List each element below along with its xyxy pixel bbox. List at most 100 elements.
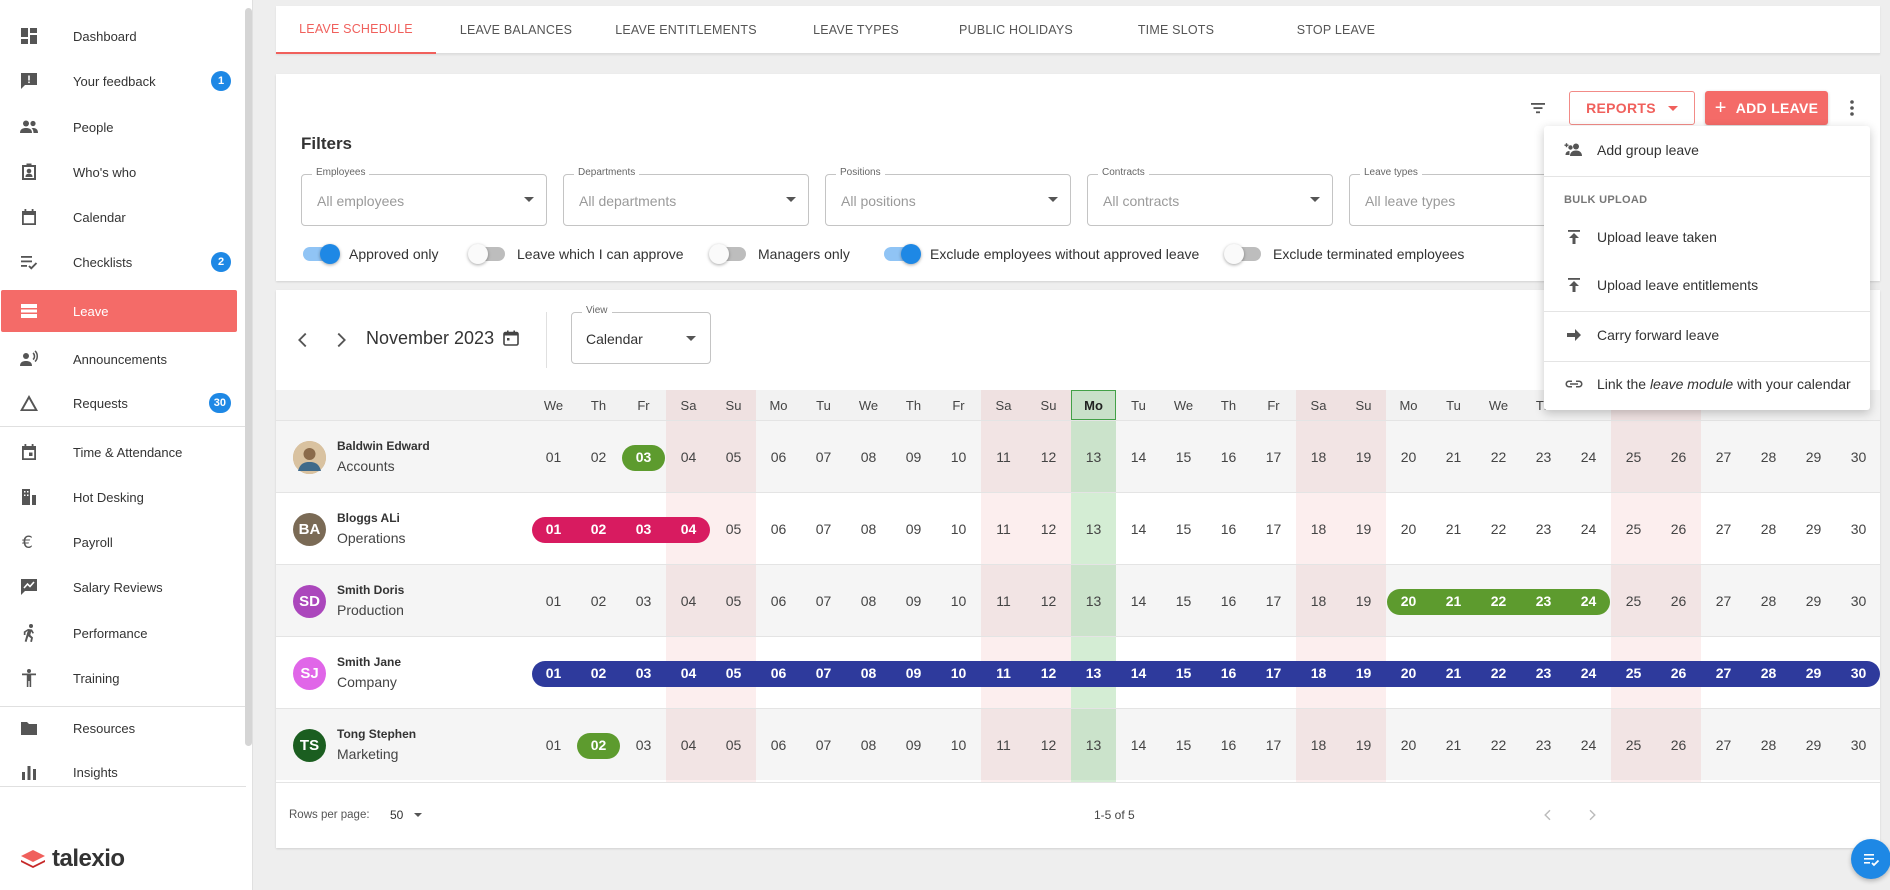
day-cell[interactable]: 07: [801, 637, 846, 709]
sidebar-item-checklists[interactable]: Checklists 2: [1, 241, 237, 283]
day-cell[interactable]: 23: [1521, 709, 1566, 781]
day-cell[interactable]: 01: [531, 493, 576, 565]
day-cell[interactable]: 05: [711, 421, 756, 493]
sidebar-item-training[interactable]: Training: [1, 657, 237, 699]
day-cell[interactable]: 13: [1071, 565, 1116, 637]
day-cell[interactable]: 25: [1611, 421, 1656, 493]
day-cell[interactable]: 02: [576, 637, 621, 709]
sidebar-item-requests[interactable]: Requests 30: [1, 382, 237, 424]
day-cell[interactable]: 27: [1701, 637, 1746, 709]
day-cell[interactable]: 09: [891, 565, 936, 637]
day-cell[interactable]: 03: [621, 421, 666, 493]
day-cell[interactable]: 25: [1611, 709, 1656, 781]
sidebar-item-people[interactable]: People: [1, 106, 237, 148]
sidebar-item-performance[interactable]: Performance: [1, 612, 237, 654]
sidebar-item-payroll[interactable]: € Payroll: [1, 521, 237, 563]
toggle-leave-which-i-can-approve[interactable]: Leave which I can approve: [468, 244, 684, 264]
day-cell[interactable]: 08: [846, 637, 891, 709]
day-cell[interactable]: 05: [711, 637, 756, 709]
toggle-switch[interactable]: [303, 244, 340, 264]
day-cell[interactable]: 12: [1026, 709, 1071, 781]
day-cell[interactable]: 29: [1791, 565, 1836, 637]
day-cell[interactable]: 14: [1116, 493, 1161, 565]
menu-item-add-group-leave[interactable]: Add group leave: [1544, 130, 1870, 170]
toggle-managers-only[interactable]: Managers only: [709, 244, 850, 264]
contracts-select[interactable]: Contracts All contracts: [1087, 167, 1333, 226]
day-cell[interactable]: 04: [666, 493, 711, 565]
day-cell[interactable]: 26: [1656, 637, 1701, 709]
toggle-switch[interactable]: [1224, 244, 1261, 264]
chevron-down-icon[interactable]: [414, 813, 422, 817]
day-cell[interactable]: 11: [981, 493, 1026, 565]
day-cell[interactable]: 07: [801, 565, 846, 637]
day-cell[interactable]: 24: [1566, 709, 1611, 781]
day-cell[interactable]: 14: [1116, 637, 1161, 709]
day-cell[interactable]: 27: [1701, 565, 1746, 637]
day-cell[interactable]: 29: [1791, 709, 1836, 781]
day-cell[interactable]: 15: [1161, 421, 1206, 493]
day-cell[interactable]: 07: [801, 709, 846, 781]
day-cell[interactable]: 24: [1566, 637, 1611, 709]
employees-select[interactable]: Employees All employees: [301, 167, 547, 226]
day-cell[interactable]: 24: [1566, 421, 1611, 493]
day-cell[interactable]: 22: [1476, 637, 1521, 709]
day-cell[interactable]: 18: [1296, 637, 1341, 709]
departments-select[interactable]: Departments All departments: [563, 167, 809, 226]
day-cell[interactable]: 08: [846, 421, 891, 493]
tab-time-slots[interactable]: TIME SLOTS: [1096, 6, 1256, 54]
toggle-switch[interactable]: [709, 244, 746, 264]
filter-list-icon[interactable]: [1528, 98, 1548, 118]
sidebar-item-salary-reviews[interactable]: Salary Reviews: [1, 566, 237, 608]
sidebar-item-who-s-who[interactable]: Who's who: [1, 151, 237, 193]
day-cell[interactable]: 19: [1341, 565, 1386, 637]
day-cell[interactable]: 10: [936, 709, 981, 781]
day-cell[interactable]: 12: [1026, 637, 1071, 709]
day-cell[interactable]: 08: [846, 493, 891, 565]
day-cell[interactable]: 27: [1701, 709, 1746, 781]
day-cell[interactable]: 15: [1161, 637, 1206, 709]
sidebar-item-your-feedback[interactable]: Your feedback 1: [1, 60, 237, 102]
day-cell[interactable]: 25: [1611, 565, 1656, 637]
day-cell[interactable]: 03: [621, 565, 666, 637]
day-cell[interactable]: 12: [1026, 493, 1071, 565]
day-cell[interactable]: 06: [756, 421, 801, 493]
day-cell[interactable]: 18: [1296, 565, 1341, 637]
day-cell[interactable]: 17: [1251, 493, 1296, 565]
day-cell[interactable]: 01: [531, 421, 576, 493]
day-cell[interactable]: 09: [891, 637, 936, 709]
day-cell[interactable]: 05: [711, 565, 756, 637]
day-cell[interactable]: 09: [891, 421, 936, 493]
day-cell[interactable]: 05: [711, 709, 756, 781]
day-cell[interactable]: 22: [1476, 709, 1521, 781]
day-cell[interactable]: 24: [1566, 493, 1611, 565]
day-cell[interactable]: 21: [1431, 565, 1476, 637]
avatar[interactable]: BA: [293, 513, 326, 546]
tab-leave-entitlements[interactable]: LEAVE ENTITLEMENTS: [596, 6, 776, 54]
day-cell[interactable]: 07: [801, 493, 846, 565]
sidebar-item-announcements[interactable]: Announcements: [1, 338, 237, 380]
day-cell[interactable]: 14: [1116, 709, 1161, 781]
tab-leave-schedule[interactable]: LEAVE SCHEDULE: [276, 6, 436, 54]
day-cell[interactable]: 26: [1656, 709, 1701, 781]
day-cell[interactable]: 03: [621, 709, 666, 781]
day-cell[interactable]: 30: [1836, 565, 1881, 637]
day-cell[interactable]: 22: [1476, 421, 1521, 493]
day-cell[interactable]: 06: [756, 565, 801, 637]
day-cell[interactable]: 15: [1161, 709, 1206, 781]
day-cell[interactable]: 21: [1431, 421, 1476, 493]
employee-name[interactable]: Smith Doris: [337, 583, 404, 597]
menu-item-upload-leave-entitlements[interactable]: Upload leave entitlements: [1544, 265, 1870, 305]
toggle-exclude-employees-without-approved-leave[interactable]: Exclude employees without approved leave: [884, 244, 1199, 264]
day-cell[interactable]: 16: [1206, 637, 1251, 709]
day-cell[interactable]: 01: [531, 637, 576, 709]
day-cell[interactable]: 23: [1521, 637, 1566, 709]
day-cell[interactable]: 21: [1431, 709, 1476, 781]
previous-month-button[interactable]: [291, 328, 315, 352]
sidebar-item-time-attendance[interactable]: Time & Attendance: [1, 431, 237, 473]
menu-item-upload-leave-taken[interactable]: Upload leave taken: [1544, 217, 1870, 257]
employee-name[interactable]: Smith Jane: [337, 655, 401, 669]
day-cell[interactable]: 13: [1071, 709, 1116, 781]
next-page-button[interactable]: [1582, 805, 1602, 825]
day-cell[interactable]: 10: [936, 493, 981, 565]
avatar[interactable]: SJ: [293, 657, 326, 690]
